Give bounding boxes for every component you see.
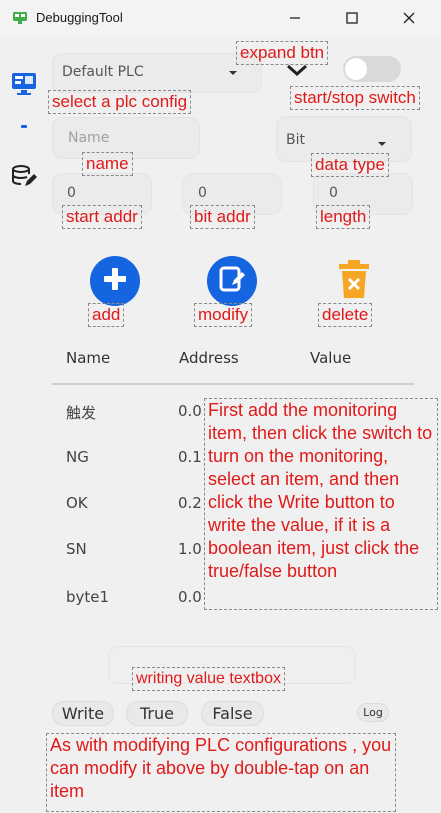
column-header-value: Value — [310, 349, 352, 367]
dropdown-arrow-icon — [377, 134, 387, 153]
edit-icon — [218, 265, 246, 297]
log-button[interactable]: Log — [357, 703, 389, 722]
bit-addr-value: 0 — [198, 185, 207, 201]
modify-button[interactable] — [207, 256, 257, 306]
data-type-value: Bit — [286, 132, 305, 148]
annotation-expand-btn: expand btn — [236, 41, 329, 65]
sidebar-item-monitor[interactable] — [10, 72, 38, 100]
row-address: 0.1 — [178, 448, 202, 466]
true-button[interactable]: True — [126, 701, 188, 726]
annotation-modify: modify — [194, 303, 253, 327]
app-icon — [12, 10, 28, 26]
plus-icon — [102, 266, 128, 296]
start-addr-value: 0 — [67, 185, 76, 201]
switch-knob — [345, 58, 367, 80]
minimize-button[interactable] — [272, 4, 318, 32]
annotation-select-plc: select a plc config — [48, 90, 192, 114]
header-divider — [52, 383, 414, 385]
annotation-start-stop: start/stop switch — [290, 86, 420, 110]
maximize-button[interactable] — [329, 4, 375, 32]
annotation-start-addr: start addr — [62, 205, 142, 229]
monitor-icon — [11, 72, 37, 100]
column-header-address: Address — [179, 349, 239, 367]
length-value: 0 — [329, 185, 338, 201]
write-button[interactable]: Write — [52, 701, 114, 726]
annotation-writing-value: writing value textbox — [132, 667, 285, 691]
row-name: byte1 — [66, 588, 110, 606]
database-edit-icon — [11, 164, 37, 194]
row-address: 0.0 — [178, 402, 202, 420]
row-name: 触发 — [66, 404, 97, 422]
row-name: OK — [66, 494, 88, 512]
name-placeholder: Name — [68, 130, 110, 146]
false-button[interactable]: False — [201, 701, 264, 726]
annotation-instructions: First add the monitoring item, then clic… — [204, 398, 438, 610]
annotation-bit-addr: bit addr — [190, 205, 255, 229]
column-header-name: Name — [66, 349, 111, 367]
add-button[interactable] — [90, 256, 140, 306]
annotation-name: name — [82, 152, 133, 176]
window-title: DebuggingTool — [36, 10, 123, 25]
row-address: 0.2 — [178, 494, 202, 512]
trash-icon — [336, 260, 372, 304]
row-name: SN — [66, 540, 87, 558]
active-indicator — [21, 125, 27, 128]
annotation-add: add — [88, 303, 125, 327]
delete-button[interactable] — [336, 258, 372, 302]
sidebar-item-database[interactable] — [10, 165, 38, 193]
close-button[interactable] — [386, 4, 432, 32]
row-name: NG — [66, 448, 89, 466]
row-address: 1.0 — [178, 540, 202, 558]
annotation-length: length — [316, 205, 371, 229]
dropdown-arrow-icon — [228, 63, 238, 82]
plc-config-value: Default PLC — [62, 64, 144, 80]
annotation-data-type: data type — [311, 153, 389, 177]
row-address: 0.0 — [178, 588, 202, 606]
annotation-double-tap: As with modifying PLC configurations , y… — [46, 733, 396, 812]
annotation-delete: delete — [318, 303, 373, 327]
